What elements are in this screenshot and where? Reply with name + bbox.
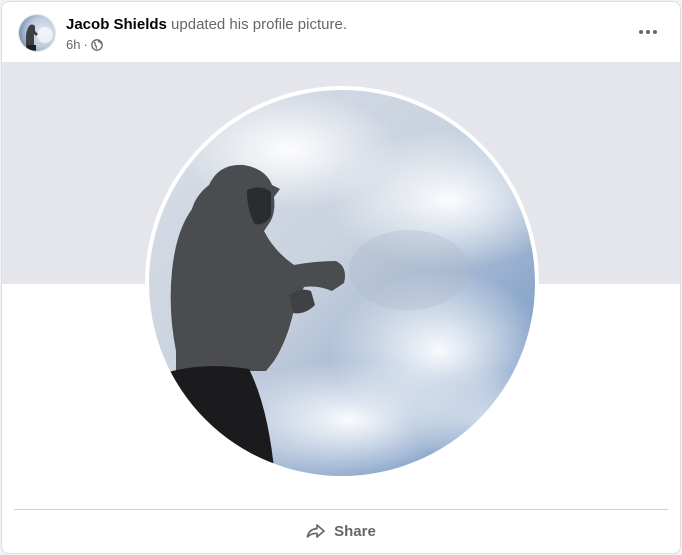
share-button[interactable]: Share: [6, 513, 676, 549]
more-options-button[interactable]: [630, 16, 666, 48]
author-avatar[interactable]: [18, 14, 56, 52]
share-label: Share: [334, 522, 376, 540]
post-header: Jacob Shields updated his profile pictur…: [2, 2, 680, 62]
meta-separator: ·: [83, 37, 88, 52]
share-arrow-icon: [306, 521, 326, 541]
post-card: Jacob Shields updated his profile pictur…: [1, 1, 681, 554]
post-media: [2, 62, 680, 509]
globe-icon[interactable]: [90, 39, 103, 51]
avatar-image: [19, 15, 55, 51]
post-headline: Jacob Shields updated his profile pictur…: [66, 15, 347, 35]
more-options-icon: [639, 30, 657, 34]
post-meta: 6h ·: [66, 37, 103, 53]
post-timestamp[interactable]: 6h: [66, 37, 80, 53]
post-action-text: updated his profile picture.: [171, 16, 347, 33]
profile-picture[interactable]: [145, 86, 539, 480]
profile-picture-image: [149, 90, 535, 476]
action-divider: [14, 509, 668, 510]
author-name[interactable]: Jacob Shields: [66, 16, 167, 33]
